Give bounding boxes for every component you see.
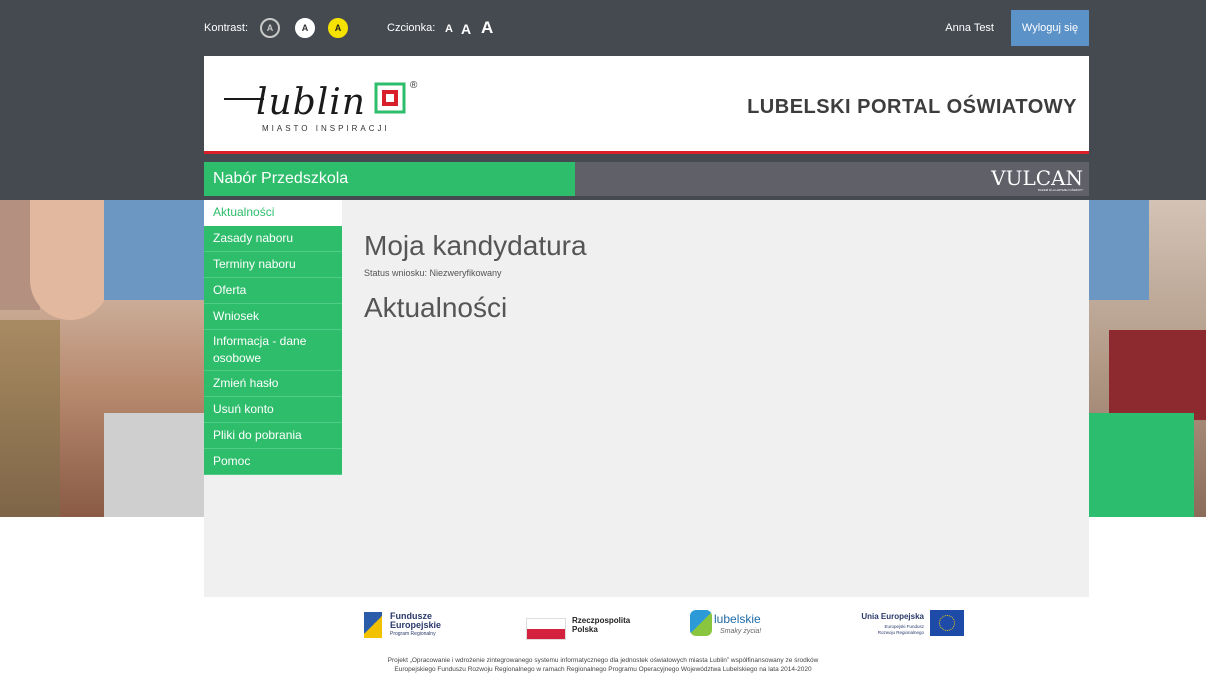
portal-title: LUBELSKI PORTAL OŚWIATOWY bbox=[747, 96, 1077, 118]
footer-project-note: Projekt „Opracowanie i wdrożenie zintegr… bbox=[200, 656, 1006, 674]
logout-button[interactable]: Wyloguj się bbox=[1011, 10, 1089, 46]
rp-line1: Rzeczpospolita bbox=[572, 616, 631, 625]
rzeczpospolita-logo[interactable]: Rzeczpospolita Polska bbox=[526, 604, 666, 644]
page: Kontrast: A A A Czcionka: A A A Anna Tes… bbox=[0, 0, 1206, 688]
menu-item-pliki-do-pobrania[interactable]: Pliki do pobrania bbox=[204, 423, 342, 449]
news-heading: Aktualności bbox=[364, 292, 508, 323]
font-small-button[interactable]: A bbox=[445, 23, 453, 35]
font-medium-button[interactable]: A bbox=[461, 21, 471, 37]
menu-item-terminy-naboru[interactable]: Terminy naboru bbox=[204, 252, 342, 278]
ue-title: Unia Europejska bbox=[861, 612, 924, 621]
footer-text-line2: Europejskiego Funduszu Rozwoju Regionaln… bbox=[394, 666, 812, 673]
logo-wordmark: lublin bbox=[256, 82, 366, 123]
contrast-normal-button[interactable]: A bbox=[260, 18, 280, 38]
section-title: Nabór Przedszkola bbox=[204, 162, 575, 196]
menu-item-pomoc[interactable]: Pomoc bbox=[204, 449, 342, 475]
font-large-button[interactable]: A bbox=[481, 18, 493, 38]
menu-item-wniosek[interactable]: Wniosek bbox=[204, 304, 342, 330]
lublin-logo[interactable]: lublin ® MIASTO INSPIRACJI bbox=[224, 76, 424, 134]
footer-text-line1: Projekt „Opracowanie i wdrożenie zintegr… bbox=[387, 657, 819, 664]
lubelskie-slogan: Smaky życia! bbox=[720, 628, 762, 635]
ue-sub2: Rozwoju Regionalnego bbox=[877, 630, 924, 635]
menu-item-zasady-naboru[interactable]: Zasady naboru bbox=[204, 226, 342, 252]
menu-item-informacja-dane-osobowe[interactable]: Informacja - dane osobowe bbox=[204, 330, 342, 371]
menu-item-usun-konto[interactable]: Usuń konto bbox=[204, 397, 342, 423]
logo-tagline: MIASTO INSPIRACJI bbox=[262, 124, 390, 133]
header-divider bbox=[204, 151, 1089, 154]
site-header: lublin ® MIASTO INSPIRACJI LUBELSKI PORT… bbox=[204, 56, 1089, 152]
eu-flag-icon bbox=[930, 610, 964, 636]
fundusze-sub: Program Regionalny bbox=[390, 631, 436, 637]
footer-logos: Fundusze Europejskie Program Regionalny … bbox=[360, 604, 980, 644]
application-status: Status wniosku: Niezweryfikowany bbox=[364, 268, 502, 278]
menu-item-oferta[interactable]: Oferta bbox=[204, 278, 342, 304]
vulcan-logo[interactable]: VULCAN bbox=[991, 166, 1083, 190]
page-title: Moja kandydatura bbox=[364, 230, 587, 261]
background-photo-left bbox=[0, 200, 204, 517]
menu-item-zmien-haslo[interactable]: Zmień hasło bbox=[204, 371, 342, 397]
unia-europejska-logo[interactable]: Unia Europejska Europejski Fundusz Rozwo… bbox=[842, 604, 982, 644]
side-menu: Aktualności Zasady naboru Terminy naboru… bbox=[204, 200, 342, 475]
fundusze-flag-icon bbox=[364, 612, 382, 638]
contrast-high-button[interactable]: A bbox=[295, 18, 315, 38]
lubelskie-name: lubelskie bbox=[714, 612, 761, 626]
fundusze-line2: Europejskie bbox=[390, 620, 442, 630]
content-area: Aktualności Zasady naboru Terminy naboru… bbox=[204, 200, 1089, 597]
vulcan-tagline: RAZEM DLA LEPSZEJ OŚWIATY bbox=[1037, 188, 1083, 192]
lubelskie-mark-icon bbox=[690, 610, 712, 636]
contrast-yellow-button[interactable]: A bbox=[328, 18, 348, 38]
fundusze-europejskie-logo[interactable]: Fundusze Europejskie Program Regionalny bbox=[360, 604, 500, 644]
lubelskie-logo[interactable]: lubelskie Smaky życia! bbox=[690, 604, 800, 644]
menu-item-aktualnosci[interactable]: Aktualności bbox=[204, 200, 342, 226]
contrast-label: Kontrast: bbox=[204, 22, 249, 34]
user-name: Anna Test bbox=[945, 22, 994, 34]
rp-line2: Polska bbox=[572, 625, 598, 634]
poland-flag-icon bbox=[526, 618, 566, 640]
lublin-emblem-icon bbox=[374, 82, 406, 114]
section-bar: Nabór Przedszkola VULCAN RAZEM DLA LEPSZ… bbox=[204, 162, 1089, 196]
registered-mark: ® bbox=[410, 80, 418, 91]
main-panel: Moja kandydatura Status wniosku: Niezwer… bbox=[364, 230, 587, 324]
utility-bar: Kontrast: A A A Czcionka: A A A Anna Tes… bbox=[204, 10, 1089, 46]
font-label: Czcionka: bbox=[387, 22, 436, 34]
background-photo-right bbox=[1089, 200, 1206, 517]
